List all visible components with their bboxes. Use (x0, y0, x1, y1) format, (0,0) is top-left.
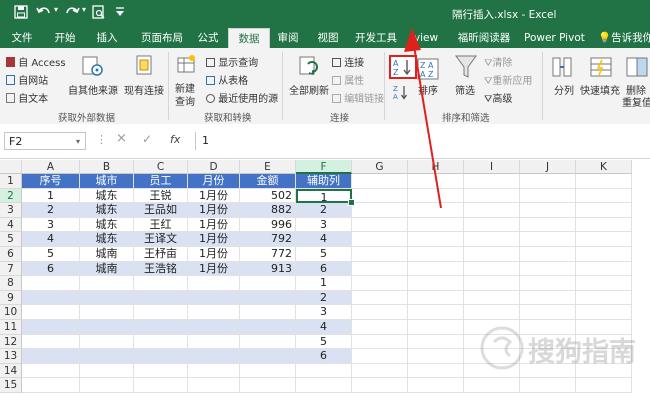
watermark-text: 搜狗指南 (528, 337, 636, 368)
watermark-logo: 搜狗指南 (480, 326, 645, 370)
